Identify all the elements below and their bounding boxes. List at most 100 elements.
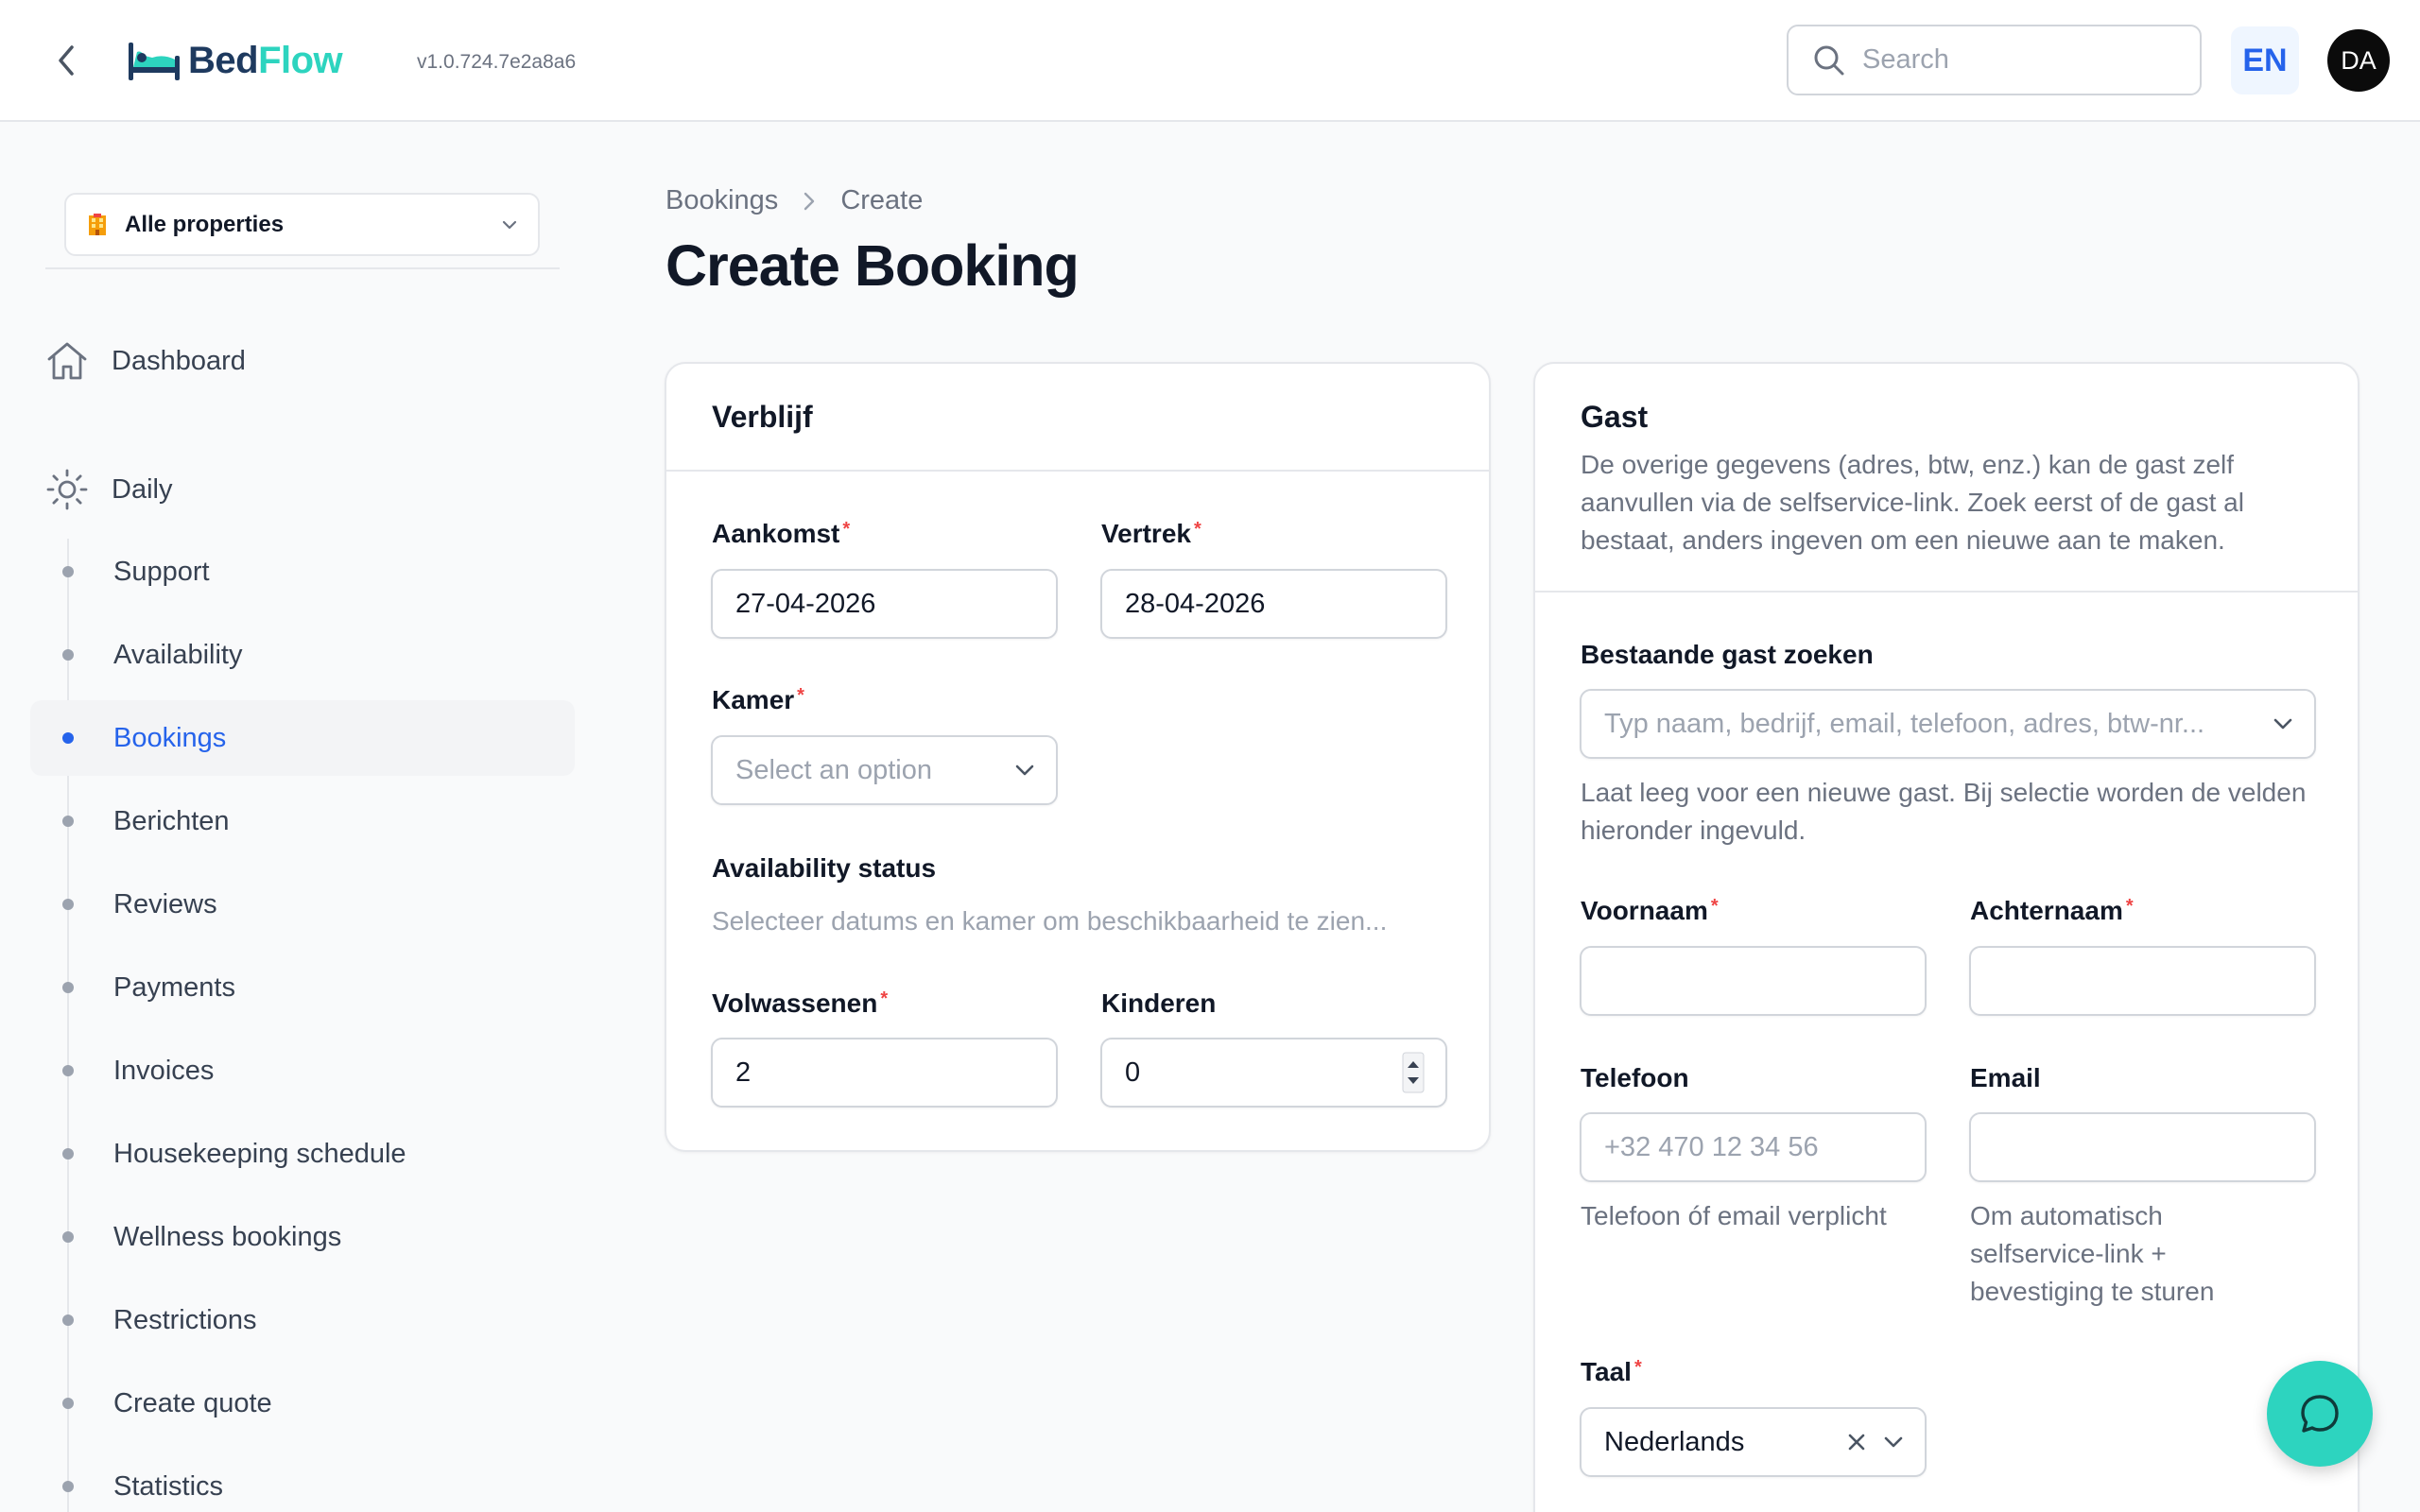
chevron-down-icon xyxy=(1883,1435,1904,1449)
version-label: v1.0.724.7e2a8a6 xyxy=(417,51,577,73)
email-label: Email xyxy=(1970,1063,2041,1092)
language-select[interactable]: Nederlands xyxy=(1580,1407,1927,1477)
sidebar-group-daily[interactable]: Daily xyxy=(45,461,172,518)
email-input[interactable] xyxy=(1969,1112,2316,1182)
phone-help: Telefoon óf email verplicht xyxy=(1581,1201,1887,1230)
chat-button[interactable] xyxy=(2267,1361,2373,1467)
last-name-input[interactable] xyxy=(1969,946,2316,1016)
language-label: Taal * xyxy=(1581,1357,1642,1387)
page-title: Create Booking xyxy=(666,233,1080,298)
sidebar-group-label: Daily xyxy=(112,473,173,505)
departure-date-value: 28-04-2026 xyxy=(1125,588,1266,619)
sidebar-item-wellness-bookings[interactable]: Wellness bookings xyxy=(30,1199,575,1275)
nav-dot xyxy=(62,1148,74,1160)
language-label-text: Taal xyxy=(1581,1357,1632,1386)
language-select-value: Nederlands xyxy=(1604,1426,1745,1457)
sidebar-item-invoices[interactable]: Invoices xyxy=(30,1033,575,1108)
arrival-date-input[interactable]: 27-04-2026 xyxy=(711,569,1058,639)
chat-bubble-icon xyxy=(2301,1395,2339,1433)
children-label: Kinderen xyxy=(1101,988,1217,1018)
sidebar-item-reviews[interactable]: Reviews xyxy=(30,867,575,942)
logo-text-flow: Flow xyxy=(258,39,343,81)
sidebar-item-create-quote[interactable]: Create quote xyxy=(30,1366,575,1441)
nav-dot xyxy=(62,899,74,910)
children-value: 0 xyxy=(1125,1057,1141,1088)
breadcrumb-create: Create xyxy=(840,185,924,215)
sidebar-item-label: Housekeeping schedule xyxy=(113,1138,406,1169)
breadcrumb-bookings[interactable]: Bookings xyxy=(666,185,778,216)
search-icon xyxy=(1814,45,1844,75)
phone-input[interactable]: +32 470 12 34 56 xyxy=(1580,1112,1927,1182)
sidebar-item-restrictions[interactable]: Restrictions xyxy=(30,1282,575,1358)
language-switcher[interactable]: EN xyxy=(2231,26,2299,94)
first-name-label-text: Voornaam xyxy=(1581,896,1708,925)
sidebar-item-label: Support xyxy=(113,556,210,587)
sidebar-divider xyxy=(45,267,560,269)
adults-label: Volwassenen * xyxy=(712,988,888,1019)
sidebar-item-label: Wellness bookings xyxy=(113,1221,342,1252)
phone-label: Telefoon xyxy=(1581,1063,1689,1092)
arrival-date-value: 27-04-2026 xyxy=(735,588,876,619)
search-input[interactable] xyxy=(1862,44,2184,76)
sidebar-item-dashboard[interactable]: Dashboard xyxy=(45,333,246,389)
stay-card-title: Verblijf xyxy=(712,400,813,434)
departure-label: Vertrek * xyxy=(1101,519,1201,549)
departure-label-text: Vertrek xyxy=(1101,519,1191,548)
required-marker: * xyxy=(880,988,889,1009)
guest-search-placeholder: Typ naam, bedrijf, email, telefoon, adre… xyxy=(1604,708,2205,739)
stepper-arrows-icon xyxy=(1402,1052,1425,1093)
guest-card-title: Gast xyxy=(1581,400,1649,434)
sidebar-item-label: Dashboard xyxy=(112,345,246,376)
top-bar: BedFlow v1.0.724.7e2a8a6 EN DA xyxy=(0,0,2420,122)
guest-card-description: De overige gegevens (adres, btw, enz.) k… xyxy=(1581,450,2244,555)
number-stepper[interactable] xyxy=(1402,1052,1425,1093)
nav-dot xyxy=(62,732,74,744)
required-marker: * xyxy=(2125,896,2134,917)
guest-search-help: Laat leeg voor een nieuwe gast. Bij sele… xyxy=(1581,778,2307,845)
logo-text: BedFlow xyxy=(188,39,343,82)
adults-label-text: Volwassenen xyxy=(712,988,878,1018)
last-name-label: Achternaam * xyxy=(1970,896,2134,926)
sidebar-item-label: Create quote xyxy=(113,1387,272,1418)
required-marker: * xyxy=(1634,1357,1642,1378)
sidebar-item-statistics[interactable]: Statistics xyxy=(30,1449,575,1512)
arrival-label: Aankomst * xyxy=(712,519,850,549)
room-select[interactable]: Select an option xyxy=(711,735,1058,805)
nav-dot xyxy=(62,1481,74,1492)
sidebar-item-payments[interactable]: Payments xyxy=(30,950,575,1025)
sidebar-item-label: Reviews xyxy=(113,888,217,919)
children-input[interactable]: 0 xyxy=(1100,1038,1447,1108)
bedflow-logo[interactable]: BedFlow xyxy=(126,34,343,87)
property-selector[interactable]: Alle properties xyxy=(64,193,540,256)
required-marker: * xyxy=(797,685,804,706)
phone-placeholder: +32 470 12 34 56 xyxy=(1604,1131,1819,1162)
sidebar-item-housekeeping-schedule[interactable]: Housekeeping schedule xyxy=(30,1116,575,1192)
chevron-down-icon xyxy=(2273,717,2293,730)
clear-icon[interactable] xyxy=(1847,1433,1866,1452)
guest-search-label: Bestaande gast zoeken xyxy=(1581,640,1874,669)
search-box[interactable] xyxy=(1787,25,2202,95)
required-marker: * xyxy=(1710,896,1719,917)
availability-label: Availability status xyxy=(712,853,937,883)
nav-dot xyxy=(62,566,74,577)
required-marker: * xyxy=(842,519,851,540)
sidebar-item-availability[interactable]: Availability xyxy=(30,617,575,693)
sidebar-item-support[interactable]: Support xyxy=(30,534,575,610)
sidebar-item-berichten[interactable]: Berichten xyxy=(30,783,575,859)
logo-text-bed: Bed xyxy=(188,39,259,81)
guest-search-select[interactable]: Typ naam, bedrijf, email, telefoon, adre… xyxy=(1580,689,2316,759)
user-avatar[interactable]: DA xyxy=(2327,29,2390,92)
last-name-label-text: Achternaam xyxy=(1970,896,2123,925)
nav-dot xyxy=(62,1231,74,1243)
sidebar-item-label: Restrictions xyxy=(113,1304,257,1335)
sidebar-item-bookings[interactable]: Bookings xyxy=(30,700,575,776)
first-name-input[interactable] xyxy=(1580,946,1927,1016)
room-label: Kamer * xyxy=(712,685,804,715)
sidebar-item-label: Berichten xyxy=(113,805,230,836)
adults-input[interactable]: 2 xyxy=(711,1038,1058,1108)
departure-date-input[interactable]: 28-04-2026 xyxy=(1100,569,1447,639)
nav-dot xyxy=(62,649,74,661)
arrival-label-text: Aankomst xyxy=(712,519,840,548)
back-button[interactable] xyxy=(47,42,85,79)
chevron-down-icon xyxy=(1014,764,1035,777)
